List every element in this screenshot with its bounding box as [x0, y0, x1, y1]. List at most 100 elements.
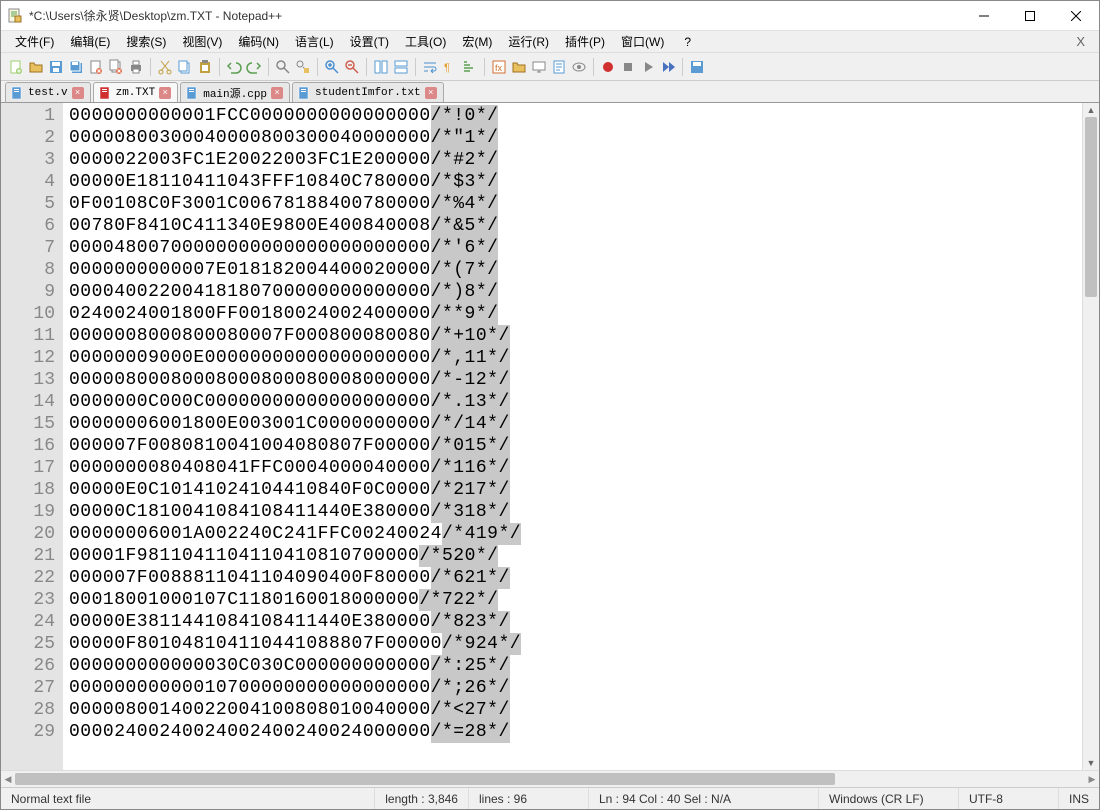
code-line[interactable]: 000007F0088811041104090400F80000/*621*/	[63, 567, 1082, 589]
copy-button[interactable]	[176, 58, 194, 76]
scroll-right-arrow[interactable]: ▶	[1085, 771, 1099, 787]
maximize-button[interactable]	[1007, 1, 1053, 31]
code-content[interactable]: 0000000000001FCC0000000000000000/*!0*/00…	[63, 103, 1082, 770]
code-line[interactable]: 00000E3811441084108411440E380000/*823*/	[63, 611, 1082, 633]
menu-run[interactable]: 运行(R)	[500, 31, 557, 52]
print-button[interactable]	[127, 58, 145, 76]
scroll-down-arrow[interactable]: ▼	[1083, 756, 1099, 770]
zoom-out-button[interactable]	[343, 58, 361, 76]
paste-button[interactable]	[196, 58, 214, 76]
code-line[interactable]: 0000000000001FCC0000000000000000/*!0*/	[63, 105, 1082, 127]
hscroll-thumb[interactable]	[15, 773, 835, 785]
code-line[interactable]: 00000006001800E003001C0000000000/*/14*/	[63, 413, 1082, 435]
code-line[interactable]: 00004002200418180700000000000000/*)8*/	[63, 281, 1082, 303]
code-line[interactable]: 0F00108C0F3001C00678188400780000/*%4*/	[63, 193, 1082, 215]
code-line[interactable]: 0000008000800080007F000800080080/*+10*/	[63, 325, 1082, 347]
minimize-button[interactable]	[961, 1, 1007, 31]
code-line[interactable]: 00000006001A002240C241FFC00240024/*419*/	[63, 523, 1082, 545]
sync-v-button[interactable]	[372, 58, 390, 76]
menu-language[interactable]: 语言(L)	[287, 31, 342, 52]
code-line[interactable]: 0000000000007E018182004400020000/*(7*/	[63, 259, 1082, 281]
tab-close-icon[interactable]: ×	[425, 87, 437, 99]
code-line[interactable]: 0000000C000C00000000000000000000/*.13*/	[63, 391, 1082, 413]
code-line[interactable]: 00780F8410C411340E9800E400840008/*&5*/	[63, 215, 1082, 237]
eye-button[interactable]	[570, 58, 588, 76]
code-line[interactable]: 00001F9811041104110410810700000/*520*/	[63, 545, 1082, 567]
folder-button[interactable]	[510, 58, 528, 76]
save-all-button[interactable]	[67, 58, 85, 76]
menu-macro[interactable]: 宏(M)	[454, 31, 500, 52]
code-line[interactable]: 00002400240024002400240024000000/*=28*/	[63, 721, 1082, 743]
open-file-button[interactable]	[27, 58, 45, 76]
hscroll-track[interactable]	[15, 771, 1085, 787]
wordwrap-button[interactable]	[421, 58, 439, 76]
save-macro-button[interactable]	[688, 58, 706, 76]
menu-settings[interactable]: 设置(T)	[342, 31, 397, 52]
menu-window[interactable]: 窗口(W)	[613, 31, 672, 52]
code-line[interactable]: 00000F801048104110441088807F00000/*924*/	[63, 633, 1082, 655]
tab-zm-txt[interactable]: zm.TXT×	[93, 82, 179, 102]
show-all-button[interactable]: ¶	[441, 58, 459, 76]
tab-main-cpp[interactable]: main源.cpp×	[180, 82, 290, 102]
hex-data: 00780F8410C411340E9800E400840008	[69, 215, 431, 237]
close-file-button[interactable]	[87, 58, 105, 76]
scroll-up-arrow[interactable]: ▲	[1083, 103, 1099, 117]
line-number: 20	[1, 523, 55, 545]
menu-tools[interactable]: 工具(O)	[397, 31, 454, 52]
menu-plugins[interactable]: 插件(P)	[557, 31, 613, 52]
scroll-left-arrow[interactable]: ◀	[1, 771, 15, 787]
play-button[interactable]	[639, 58, 657, 76]
code-line[interactable]: 0000022003FC1E20022003FC1E200000/*#2*/	[63, 149, 1082, 171]
save-file-button[interactable]	[47, 58, 65, 76]
tab-studentimfor-txt[interactable]: studentImfor.txt×	[292, 82, 444, 102]
stop-button[interactable]	[619, 58, 637, 76]
tab-close-icon[interactable]: ×	[72, 87, 84, 99]
menu-file[interactable]: 文件(F)	[7, 31, 62, 52]
comment: /*.13*/	[431, 391, 510, 413]
tab-close-icon[interactable]: ×	[271, 87, 283, 99]
find-button[interactable]	[274, 58, 292, 76]
code-line[interactable]: 00000E0C10141024104410840F0C0000/*217*/	[63, 479, 1082, 501]
lang-button[interactable]: fx	[490, 58, 508, 76]
code-line[interactable]: 00000009000E00000000000000000000/*,11*/	[63, 347, 1082, 369]
horizontal-scrollbar[interactable]: ◀ ▶	[1, 770, 1099, 787]
menu-help[interactable]: ?	[676, 33, 699, 51]
close-button[interactable]	[1053, 1, 1099, 31]
menu-edit[interactable]: 编辑(E)	[62, 31, 118, 52]
code-line[interactable]: 00004800700000000000000000000000/*'6*/	[63, 237, 1082, 259]
code-line[interactable]: 00000E18110411043FFF10840C780000/*$3*/	[63, 171, 1082, 193]
menu-view[interactable]: 视图(V)	[174, 31, 230, 52]
new-file-button[interactable]	[7, 58, 25, 76]
code-line[interactable]: 00000800140022004100808010040000/*<27*/	[63, 699, 1082, 721]
code-line[interactable]: 0240024001800FF00180024002400000/**9*/	[63, 303, 1082, 325]
code-line[interactable]: 00000800080008000800080008000000/*-12*/	[63, 369, 1082, 391]
tab-close-icon[interactable]: ×	[159, 87, 171, 99]
replace-button[interactable]	[294, 58, 312, 76]
code-line[interactable]: 00000000000010700000000000000000/*;26*/	[63, 677, 1082, 699]
vertical-scrollbar[interactable]: ▲ ▼	[1082, 103, 1099, 770]
comment: /*116*/	[431, 457, 510, 479]
code-line[interactable]: 0000000080408041FFC0004000040000/*116*/	[63, 457, 1082, 479]
redo-button[interactable]	[245, 58, 263, 76]
menu-search[interactable]: 搜索(S)	[118, 31, 174, 52]
code-line[interactable]: 00000800300040000800300040000000/*"1*/	[63, 127, 1082, 149]
code-line[interactable]: 00000C1810041084108411440E380000/*318*/	[63, 501, 1082, 523]
code-line[interactable]: 000000000000030C030C000000000000/*:25*/	[63, 655, 1082, 677]
close-all-button[interactable]	[107, 58, 125, 76]
tab-test-v[interactable]: test.v×	[5, 82, 91, 102]
code-line[interactable]: 00018001000107C1180160018000000/*722*/	[63, 589, 1082, 611]
cut-button[interactable]	[156, 58, 174, 76]
indent-guide-button[interactable]	[461, 58, 479, 76]
record-button[interactable]	[599, 58, 617, 76]
play-multi-button[interactable]	[659, 58, 677, 76]
tab-close-x[interactable]: X	[1068, 34, 1093, 49]
zoom-in-button[interactable]	[323, 58, 341, 76]
line-number: 19	[1, 501, 55, 523]
menu-encoding[interactable]: 编码(N)	[230, 31, 287, 52]
code-line[interactable]: 000007F0080810041004080807F00000/*015*/	[63, 435, 1082, 457]
sync-h-button[interactable]	[392, 58, 410, 76]
vscroll-thumb[interactable]	[1085, 117, 1097, 297]
undo-button[interactable]	[225, 58, 243, 76]
doc-button[interactable]	[550, 58, 568, 76]
monitor-button[interactable]	[530, 58, 548, 76]
